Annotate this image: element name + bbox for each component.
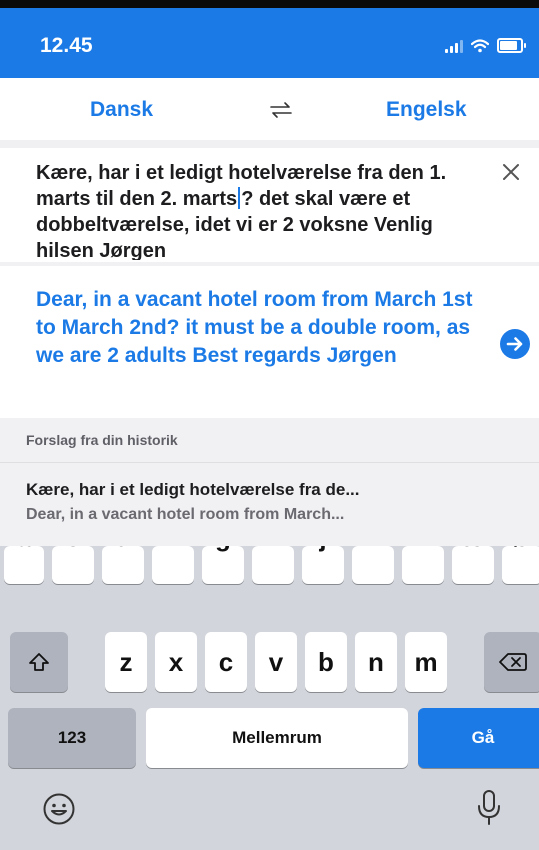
key-z[interactable]: z [105,632,147,692]
history-title: Forslag fra din historik [26,432,178,448]
key-g[interactable]: g [202,546,244,584]
cellular-signal-icon [445,39,463,53]
source-text[interactable]: Kære, har i et ledigt hotelværelse fra d… [36,160,474,260]
wifi-icon [471,38,489,52]
microphone-icon[interactable] [474,788,504,828]
numbers-key[interactable]: 123 [8,708,136,768]
status-bar: 12.45 [0,8,539,78]
key-ae[interactable]: æ [452,546,494,584]
screen-top-edge [0,0,539,8]
history-item-source: Kære, har i et ledigt hotelværelse fra d… [26,480,360,499]
key-c[interactable]: c [205,632,247,692]
source-language-button[interactable]: Dansk [90,98,153,122]
emoji-icon[interactable] [42,792,76,826]
text-cursor [238,187,241,209]
divider [0,462,539,463]
space-key[interactable]: Mellemrum [146,708,408,768]
key-j[interactable]: j [302,546,344,584]
go-key[interactable]: Gå [418,708,539,768]
arrow-right-circle-icon[interactable] [500,329,530,359]
key-d[interactable]: d [102,546,144,584]
key-h[interactable]: h [252,546,294,584]
keyboard-bottom-bar [0,776,539,850]
key-a[interactable]: a [4,546,44,584]
battery-icon [497,38,526,53]
language-bar: Dansk Engelsk [0,78,539,138]
history-item-target: Dear, in a vacant hotel room from March.… [26,506,345,523]
backspace-icon [499,653,527,671]
key-l[interactable]: l [402,546,444,584]
shift-key[interactable] [10,632,68,692]
shift-icon [29,653,49,671]
keyboard: a s d f g h j k l æ ø z x c v b n m 123 … [0,546,539,850]
status-icons [445,38,526,53]
history-item[interactable]: Kære, har i et ledigt hotelværelse fra d… [0,468,539,538]
key-f[interactable]: f [152,546,194,584]
key-v[interactable]: v [255,632,297,692]
backspace-key[interactable] [484,632,539,692]
key-x[interactable]: x [155,632,197,692]
status-time: 12.45 [40,34,93,57]
swap-arrows-icon[interactable] [268,100,294,120]
key-oe[interactable]: ø [502,546,539,584]
key-m[interactable]: m [405,632,447,692]
key-n[interactable]: n [355,632,397,692]
translation-area: Dear, in a vacant hotel room from March … [0,266,539,418]
history-suggestions: Forslag fra din historik Kære, har i et … [0,418,539,546]
key-s[interactable]: s [52,546,94,584]
divider [0,140,539,148]
key-k[interactable]: k [352,546,394,584]
translation-text: Dear, in a vacant hotel room from March … [36,288,473,367]
key-b[interactable]: b [305,632,347,692]
target-language-button[interactable]: Engelsk [386,98,467,122]
source-text-area[interactable]: Kære, har i et ledigt hotelværelse fra d… [0,148,539,260]
close-icon[interactable] [499,160,523,184]
